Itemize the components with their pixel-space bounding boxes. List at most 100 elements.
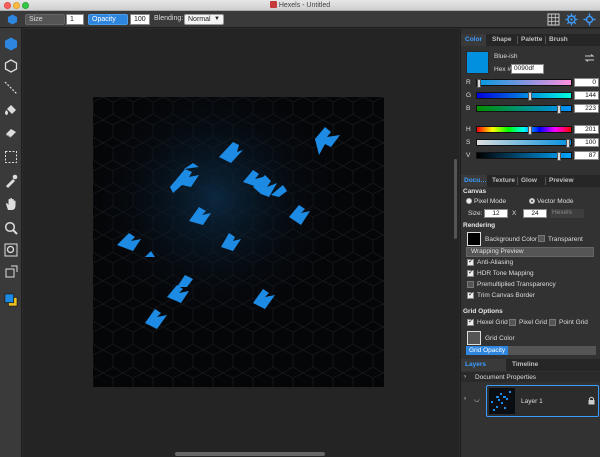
grid-color-swatch[interactable] [467,331,481,345]
tool-eyedropper[interactable] [3,173,19,189]
hdr-label: HDR Tone Mapping [477,270,534,277]
line-icon [4,81,18,95]
hexel-grid-checkbox[interactable] [467,317,474,326]
slider-v[interactable]: V 87 [464,151,599,161]
grid-view-icon[interactable] [547,13,560,26]
vector-mode-radio[interactable]: Vector Mode [529,198,574,205]
anti-aliasing-checkbox[interactable] [467,257,474,266]
wrapping-preview-button[interactable]: Wrapping Preview [466,247,594,257]
tab-color[interactable]: Color [461,34,486,46]
canvas-width-input[interactable]: 12 [484,209,508,218]
slider-s-track[interactable] [476,139,572,148]
tool-hex-outline[interactable] [3,58,19,74]
slider-h-track[interactable] [476,126,572,135]
slider-b[interactable]: B 223 [464,104,599,114]
artwork-canvas[interactable] [93,97,384,387]
tool-zoom[interactable] [3,220,19,236]
background-color-swatch[interactable] [467,232,481,246]
slider-v-knob[interactable] [556,152,561,161]
tool-transform[interactable] [3,264,19,280]
rendering-header: Rendering [463,222,496,229]
color-name: Blue-ish [494,53,518,60]
trim-border-checkbox[interactable] [467,290,474,299]
slider-s-knob[interactable] [566,139,570,148]
tab-preview[interactable]: Preview [549,175,574,187]
slider-b-knob[interactable] [557,105,562,114]
tab-shape[interactable]: Shape [492,34,512,46]
slider-r-knob[interactable] [477,79,481,88]
slider-g-track[interactable] [476,92,572,101]
chevron-down-icon: ▼ [214,16,220,22]
layer-name[interactable]: Layer 1 [521,398,543,405]
tool-eraser[interactable] [3,124,19,140]
canvas-area[interactable] [23,29,459,457]
vector-mode-radio-dot[interactable] [529,198,535,204]
tab-layers[interactable]: Layers [461,359,506,371]
tab-palette[interactable]: Palette [521,34,542,46]
slider-g[interactable]: G 144 [464,91,599,101]
blending-label: Blending: [154,15,184,22]
window-title: Hexels - Untitled [0,1,600,9]
horizontal-scrollbar[interactable] [175,452,325,456]
tab-document[interactable]: Docu… [461,175,487,187]
canvas-height-input[interactable]: 24 [523,209,547,218]
vertical-scrollbar[interactable] [454,159,457,239]
gear-icon[interactable] [565,13,578,26]
tool-hex-select[interactable] [3,36,19,52]
hex-select-icon [5,37,17,51]
slider-s-value[interactable]: 100 [574,138,599,147]
lock-icon[interactable] [588,396,595,405]
grid-opacity-slider[interactable]: Grid Opacity [466,346,596,355]
swap-colors-icon[interactable] [584,54,595,62]
layer-expand-icon[interactable]: › [464,395,466,402]
slider-r-value[interactable]: 0 [574,78,599,87]
current-color-swatch[interactable] [466,51,489,74]
settings-icon[interactable] [583,13,596,26]
blending-select[interactable]: Normal ▼ [184,14,224,25]
pixel-mode-label: Pixel Mode [474,198,507,205]
opacity-input[interactable]: 100 [130,14,150,25]
slider-g-knob[interactable] [528,92,533,101]
slider-b-value[interactable]: 223 [574,104,599,113]
slider-g-value[interactable]: 144 [574,91,599,100]
tab-glow[interactable]: Glow [521,175,537,187]
pixel-mode-radio-dot[interactable] [466,198,472,204]
size-input[interactable]: 1 [66,14,84,25]
artwork-svg [93,97,384,387]
point-grid-checkbox[interactable] [549,319,556,326]
tab-brush[interactable]: Brush [549,34,568,46]
slider-b-track[interactable] [476,105,572,114]
slider-r[interactable]: R 0 [464,78,599,88]
slider-h-knob[interactable] [527,126,532,135]
layer-row[interactable]: Layer 1 [486,385,599,417]
tab-timeline[interactable]: Timeline [512,359,538,371]
slider-h[interactable]: H 201 [464,125,599,135]
slider-s[interactable]: S 100 [464,138,599,148]
tool-marquee[interactable] [3,149,19,165]
anti-aliasing-label: Anti-Aliasing [477,259,514,266]
pixel-grid-checkbox[interactable] [509,319,516,326]
pixel-mode-radio[interactable]: Pixel Mode [466,198,506,205]
transparent-checkbox[interactable] [538,235,545,242]
tool-fill[interactable] [3,102,19,118]
opacity-slider[interactable]: Opacity [88,14,128,25]
document-properties-row[interactable]: › Document Properties [461,372,600,382]
slider-v-track[interactable] [476,152,572,161]
slider-v-value[interactable]: 87 [574,151,599,160]
zoom-fit-icon [4,243,18,257]
tool-zoom-fit[interactable] [3,242,19,258]
slider-h-value[interactable]: 201 [574,125,599,134]
size-unit-select[interactable]: Hexels [550,209,584,218]
tab-texture[interactable]: Texture [492,175,515,187]
visibility-eye-icon[interactable]: ◡ [474,395,480,403]
hex-input[interactable]: 0090df [511,64,544,74]
chevron-right-icon[interactable]: › [464,373,466,380]
tool-hand[interactable] [3,196,19,212]
hdr-checkbox[interactable] [467,268,474,277]
hexel-grid-label: Hexel Grid [477,319,508,326]
tool-line[interactable] [3,80,19,96]
title-bar: Hexels - Untitled [0,0,600,11]
premultiplied-checkbox[interactable] [467,281,474,288]
color-swatches[interactable] [3,292,19,308]
slider-r-track[interactable] [476,79,572,88]
